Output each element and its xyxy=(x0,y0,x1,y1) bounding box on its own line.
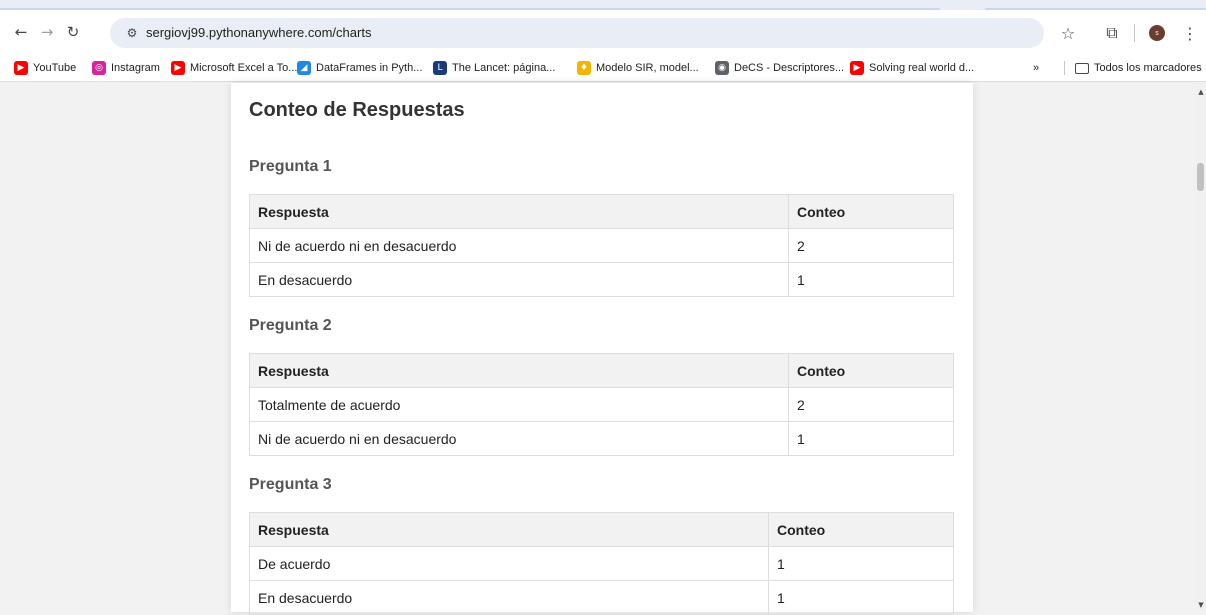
bookmark-label: DeCS - Descriptores... xyxy=(734,62,845,74)
forward-icon[interactable]: → xyxy=(36,21,58,43)
respuesta-cell: De acuerdo xyxy=(249,546,769,581)
datacamp-icon: ◢ xyxy=(297,61,311,75)
header-respuesta: Respuesta xyxy=(249,194,789,229)
bookmark-label: Solving real world d... xyxy=(869,62,975,74)
header-respuesta: Respuesta xyxy=(249,512,769,547)
table-row: Ni de acuerdo ni en desacuerdo 2 xyxy=(249,228,954,263)
respuesta-cell: Ni de acuerdo ni en desacuerdo xyxy=(249,421,789,456)
question-2-title: Pregunta 2 xyxy=(249,317,332,334)
all-bookmarks-button[interactable]: Todos los marcadores xyxy=(1075,60,1202,76)
conteo-cell: 2 xyxy=(788,228,954,263)
bookmarks-overflow-button[interactable]: » xyxy=(1033,60,1039,76)
header-conteo: Conteo xyxy=(788,194,954,229)
youtube-icon: ▶ xyxy=(850,61,864,75)
respuesta-cell: Ni de acuerdo ni en desacuerdo xyxy=(249,228,789,263)
globe-icon: ◉ xyxy=(715,61,729,75)
table-header-row: Respuesta Conteo xyxy=(249,512,954,547)
bookmark-item[interactable]: L The Lancet: página... xyxy=(433,60,555,76)
table-row: Totalmente de acuerdo 2 xyxy=(249,387,954,422)
conteo-cell: 1 xyxy=(788,262,954,297)
bookmark-label: Instagram xyxy=(111,62,160,74)
toolbar-divider xyxy=(1134,24,1135,42)
instagram-icon: ◎ xyxy=(92,61,106,75)
bookmark-item[interactable]: ◎ Instagram xyxy=(92,60,160,76)
puzzle-icon[interactable]: ⧉ xyxy=(1100,21,1124,45)
header-respuesta: Respuesta xyxy=(249,353,789,388)
scroll-up-icon[interactable]: ▲ xyxy=(1197,88,1205,96)
header-conteo: Conteo xyxy=(788,353,954,388)
question-3-title: Pregunta 3 xyxy=(249,476,332,493)
flame-icon: ♦ xyxy=(577,61,591,75)
avatar[interactable]: s xyxy=(1149,25,1165,41)
bookmarks-divider xyxy=(1064,61,1065,75)
lancet-icon: L xyxy=(433,61,447,75)
conteo-cell: 1 xyxy=(788,421,954,456)
table-header-row: Respuesta Conteo xyxy=(249,353,954,388)
bookmark-item[interactable]: ▶ Microsoft Excel a To... xyxy=(171,60,297,76)
all-bookmarks-label: Todos los marcadores xyxy=(1094,62,1202,74)
bookmark-label: Microsoft Excel a To... xyxy=(190,62,298,74)
page-title: Conteo de Respuestas xyxy=(249,99,465,121)
conteo-cell: 1 xyxy=(768,546,954,581)
scroll-down-icon[interactable]: ▼ xyxy=(1197,601,1205,609)
table-row: En desacuerdo 1 xyxy=(249,580,954,615)
bookmarks-overflow-label: » xyxy=(1033,62,1040,74)
respuesta-cell: Totalmente de acuerdo xyxy=(249,387,789,422)
table-row: Ni de acuerdo ni en desacuerdo 1 xyxy=(249,421,954,456)
reload-icon[interactable]: ↻ xyxy=(62,21,84,43)
star-icon[interactable]: ☆ xyxy=(1056,21,1080,45)
respuesta-cell: En desacuerdo xyxy=(249,580,769,615)
bookmark-item[interactable]: ◢ DataFrames in Pyth... xyxy=(297,60,422,76)
more-vert-icon[interactable]: ⋮ xyxy=(1178,21,1202,45)
folder-icon xyxy=(1075,62,1089,74)
bookmark-item[interactable]: ◉ DeCS - Descriptores... xyxy=(715,60,844,76)
youtube-icon: ▶ xyxy=(14,61,28,75)
conteo-cell: 1 xyxy=(768,580,954,615)
conteo-cell: 2 xyxy=(788,387,954,422)
scroll-thumb[interactable] xyxy=(1197,163,1204,191)
bookmark-item[interactable]: ♦ Modelo SIR, model... xyxy=(577,60,699,76)
respuesta-cell: En desacuerdo xyxy=(249,262,789,297)
bookmark-item[interactable]: ▶ YouTube xyxy=(14,60,76,76)
question-3-table: Respuesta Conteo De acuerdo 1 En desacue… xyxy=(249,512,954,615)
question-1-title: Pregunta 1 xyxy=(249,158,332,175)
question-1-table: Respuesta Conteo Ni de acuerdo ni en des… xyxy=(249,194,954,297)
bookmark-label: Modelo SIR, model... xyxy=(596,62,699,74)
question-2-table: Respuesta Conteo Totalmente de acuerdo 2… xyxy=(249,353,954,456)
bookmark-item[interactable]: ▶ Solving real world d... xyxy=(850,60,974,76)
header-conteo: Conteo xyxy=(768,512,954,547)
bookmark-label: The Lancet: página... xyxy=(452,62,556,74)
back-icon[interactable]: ← xyxy=(10,21,32,43)
bookmark-label: DataFrames in Pyth... xyxy=(316,62,423,74)
table-row: De acuerdo 1 xyxy=(249,546,954,581)
table-header-row: Respuesta Conteo xyxy=(249,194,954,229)
site-info-icon[interactable]: ⚙ xyxy=(123,24,141,42)
youtube-icon: ▶ xyxy=(171,61,185,75)
url-text[interactable]: sergiovj99.pythonanywhere.com/charts xyxy=(146,25,371,40)
bookmark-label: YouTube xyxy=(33,62,77,74)
table-row: En desacuerdo 1 xyxy=(249,262,954,297)
